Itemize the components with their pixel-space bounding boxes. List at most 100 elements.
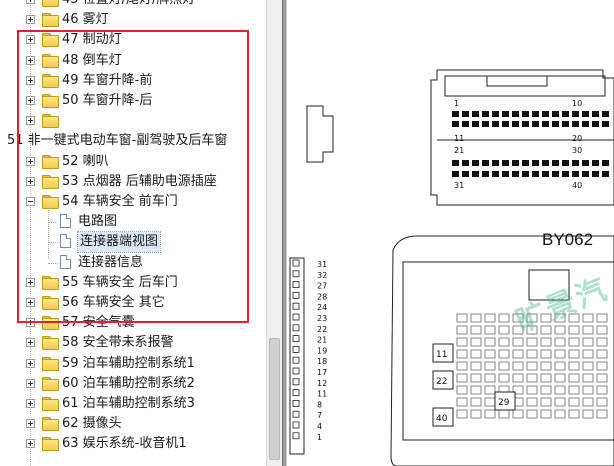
side-pin <box>292 270 300 278</box>
tree-node[interactable]: 61 泊车辅助控制系统3 <box>0 394 267 414</box>
tree-node[interactable]: 56 车辆安全 其它 <box>0 293 267 313</box>
pin-cavity <box>526 409 538 419</box>
pin-cavity <box>470 325 482 335</box>
tree-node[interactable]: 54 车辆安全 前车门 <box>0 192 267 212</box>
expand-icon[interactable] <box>26 96 35 105</box>
pin-cavity <box>526 373 538 383</box>
pin-cavity <box>512 409 524 419</box>
pin-cavity <box>502 171 509 177</box>
tree-node[interactable]: 46 雾灯 <box>0 10 267 30</box>
pin-cavity <box>456 409 468 419</box>
tree-scrollbar[interactable] <box>266 0 283 466</box>
scrollbar-thumb[interactable] <box>269 338 280 460</box>
tree-node[interactable]: 52 喇叭 <box>0 152 267 172</box>
expand-icon[interactable] <box>26 439 35 449</box>
expand-icon[interactable] <box>26 399 35 408</box>
tree-connector-line <box>48 222 58 224</box>
tree-node[interactable]: 49 车窗升降-前 <box>0 71 267 91</box>
expand-icon[interactable] <box>26 75 35 85</box>
tree-node[interactable]: 51 非一键式电动车窗-副驾驶及后车窗 <box>0 131 267 151</box>
expand-icon[interactable] <box>26 338 35 348</box>
pin-cavity <box>582 325 594 335</box>
cavity-number: 11 <box>436 350 447 360</box>
expand-icon[interactable] <box>26 277 35 287</box>
tree-item-label: 47 制动灯 <box>62 32 122 48</box>
document-icon <box>60 254 71 269</box>
side-pin <box>292 345 300 353</box>
tree-leaf-item[interactable]: 电路图 <box>0 212 267 232</box>
pin-cavity <box>582 171 589 177</box>
tree-leaf-item[interactable]: 连接器端视图 <box>0 231 267 254</box>
tree-view[interactable]: 45 位置灯/尾灯/牌照灯 46 雾灯 47 制动灯 48 倒车灯 49 车窗升降-前 5… <box>0 0 267 466</box>
expand-icon[interactable] <box>26 156 35 166</box>
pin-cavity <box>492 160 499 166</box>
pin-cavity <box>562 160 569 166</box>
folder-icon <box>42 114 59 129</box>
pin-cavity <box>482 171 489 177</box>
side-pin <box>292 313 300 321</box>
pin-cavity <box>542 171 549 177</box>
pin-cavity <box>554 349 566 359</box>
pin-cavity <box>568 385 580 395</box>
tree-node[interactable]: 59 泊车辅助控制系统1 <box>0 354 267 374</box>
pin-cavity <box>602 171 609 177</box>
expand-icon[interactable] <box>26 15 35 25</box>
pin-cavity <box>472 111 479 117</box>
expand-icon[interactable] <box>26 318 35 328</box>
folder-icon <box>42 397 59 411</box>
tree-node[interactable]: 55 车辆安全 后车门 <box>0 273 267 293</box>
side-pin <box>292 367 300 375</box>
expand-icon[interactable] <box>26 378 35 388</box>
tree-item-label: 59 泊车辅助控制系统1 <box>62 355 195 371</box>
pin-cavity <box>532 111 539 117</box>
collapse-icon[interactable] <box>26 197 35 206</box>
expand-icon[interactable] <box>26 298 35 307</box>
pin-cavity <box>568 325 580 335</box>
pin-cavity <box>572 111 579 117</box>
pin-cavity <box>472 121 479 127</box>
tree-node[interactable]: 62 摄像头 <box>0 414 267 434</box>
expand-icon[interactable] <box>26 55 35 65</box>
tree-node[interactable]: 45 位置灯/尾灯/牌照灯 <box>0 0 267 10</box>
pin-cavity <box>462 121 469 127</box>
tree-node[interactable] <box>0 111 267 131</box>
pin-cavity <box>498 361 510 371</box>
tree-node[interactable]: 53 点烟器 后辅助电源插座 <box>0 172 267 192</box>
expand-icon[interactable] <box>26 116 35 126</box>
side-pin-number: 24 <box>317 303 327 312</box>
expand-icon[interactable] <box>26 419 35 429</box>
connector-latch <box>306 105 334 163</box>
pin-cavity <box>484 385 496 395</box>
pin-cavity <box>498 337 510 347</box>
tree-item-label: 51 非一键式电动车窗-副驾驶及后车窗 <box>7 133 228 149</box>
tree-node[interactable]: 63 娱乐系统-收音机1 <box>0 434 267 454</box>
tree-connector-line <box>48 262 58 264</box>
tree-leaf-item[interactable]: 连接器信息 <box>0 253 267 273</box>
tree-node[interactable]: 50 车窗升降-后 <box>0 91 267 111</box>
side-pin <box>292 356 300 364</box>
pin-cavity <box>470 409 482 419</box>
pin-cavity <box>596 361 608 371</box>
side-pin-number: 19 <box>317 346 327 355</box>
folder-icon <box>42 437 59 452</box>
tree-node[interactable]: 58 安全带未系报警 <box>0 333 267 353</box>
folder-icon <box>42 296 59 310</box>
pin-cavity <box>540 409 552 419</box>
expand-icon[interactable] <box>26 358 35 368</box>
expand-icon[interactable] <box>26 176 35 186</box>
tree-item-label: 连接器端视图 <box>76 231 162 254</box>
pin-cavity <box>552 171 559 177</box>
tree-node[interactable]: 48 倒车灯 <box>0 51 267 71</box>
pin-cavity <box>582 337 594 347</box>
pin-cavity <box>484 349 496 359</box>
pin-cavity <box>540 337 552 347</box>
tree-node[interactable]: 60 泊车辅助控制系统2 <box>0 374 267 394</box>
tree-node[interactable]: 47 制动灯 <box>0 30 267 50</box>
pin-cavity <box>552 121 559 127</box>
pin-cavity <box>470 373 482 383</box>
tree-node[interactable]: 57 安全气囊 <box>0 313 267 333</box>
expand-icon[interactable] <box>26 35 35 45</box>
pin-cavity <box>526 349 538 359</box>
expand-icon[interactable] <box>26 0 35 4</box>
pin-cavity <box>470 349 482 359</box>
